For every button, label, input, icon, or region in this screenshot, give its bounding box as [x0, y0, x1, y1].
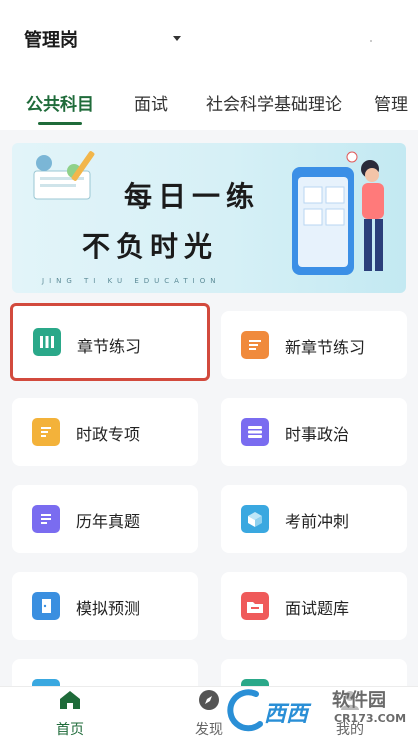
- card-current-affairs-special[interactable]: 时政专项: [12, 398, 198, 466]
- card-final-sprint[interactable]: 考前冲刺: [221, 485, 407, 553]
- nav-home[interactable]: 首页: [30, 689, 110, 739]
- banner-line-1: 每日一练: [124, 180, 261, 213]
- tab-active-underline: [38, 122, 82, 125]
- tab-label: 管理: [374, 95, 408, 115]
- banner-line-2: 不负时光: [82, 230, 219, 263]
- card-partial-right[interactable]: [221, 659, 407, 686]
- new-chapter-icon: [241, 331, 269, 359]
- caret-down-icon[interactable]: [173, 36, 181, 41]
- top-bar: 管理岗: [0, 0, 418, 78]
- card-new-chapter-practice[interactable]: 新章节练习: [221, 311, 407, 379]
- user-icon: [341, 691, 359, 710]
- current-affairs-icon: [32, 418, 60, 446]
- tab-label: 面试: [134, 95, 168, 115]
- past-exams-icon: [32, 505, 60, 533]
- card-past-exams[interactable]: 历年真题: [12, 485, 198, 553]
- card-interview-question-bank[interactable]: 面试题库: [221, 572, 407, 640]
- door-icon: [32, 592, 60, 620]
- card-partial-left[interactable]: [12, 659, 198, 686]
- nav-discover[interactable]: 发现: [169, 689, 249, 739]
- card-label: 章节练习: [77, 337, 142, 356]
- subject-tabs: 公共科目 面试 社会科学基础理论 管理: [0, 78, 418, 130]
- tab-social-science[interactable]: 社会科学基础理论: [206, 90, 342, 115]
- folder-icon: [241, 592, 269, 620]
- list-icon: [241, 418, 269, 446]
- tab-label: 社会科学基础理论: [206, 95, 342, 115]
- card-current-politics[interactable]: 时事政治: [221, 398, 407, 466]
- cube-icon: [241, 505, 269, 533]
- card-mock-prediction[interactable]: 模拟预测: [12, 572, 198, 640]
- home-icon: [60, 691, 80, 709]
- card-label: 时政专项: [76, 425, 141, 444]
- nav-label: 首页: [56, 722, 84, 738]
- selector-label: 管理岗: [24, 30, 78, 51]
- stationery-illustration-icon: [33, 151, 95, 200]
- compass-icon: [199, 690, 219, 710]
- card-label: 面试题库: [285, 599, 350, 618]
- bottom-navigation: 首页 发现 我的: [0, 686, 418, 743]
- decorative-dot: [370, 40, 372, 42]
- partial-icon: [241, 679, 269, 686]
- card-label: 时事政治: [285, 425, 350, 444]
- girl-with-phone-illustration-icon: [292, 151, 384, 275]
- position-selector[interactable]: 管理岗: [24, 26, 78, 52]
- partial-icon: [32, 679, 60, 686]
- chapter-practice-icon: [33, 328, 61, 356]
- nav-label: 我的: [336, 722, 364, 738]
- card-label: 新章节练习: [285, 338, 366, 357]
- card-chapter-practice[interactable]: 章节练习: [10, 303, 210, 381]
- tab-interview[interactable]: 面试: [134, 90, 168, 115]
- card-label: 考前冲刺: [285, 512, 350, 531]
- nav-label: 发现: [195, 722, 223, 738]
- nav-mine[interactable]: 我的: [310, 689, 390, 739]
- promo-banner[interactable]: 每日一练 不负时光 JING TI KU EDUCATION: [12, 143, 406, 293]
- banner-subtitle: JING TI KU EDUCATION: [42, 277, 221, 285]
- tab-management[interactable]: 管理: [374, 90, 408, 115]
- card-label: 历年真题: [76, 512, 141, 531]
- tab-public-subjects[interactable]: 公共科目: [26, 90, 94, 125]
- tab-label: 公共科目: [26, 95, 94, 115]
- card-label: 模拟预测: [76, 599, 141, 618]
